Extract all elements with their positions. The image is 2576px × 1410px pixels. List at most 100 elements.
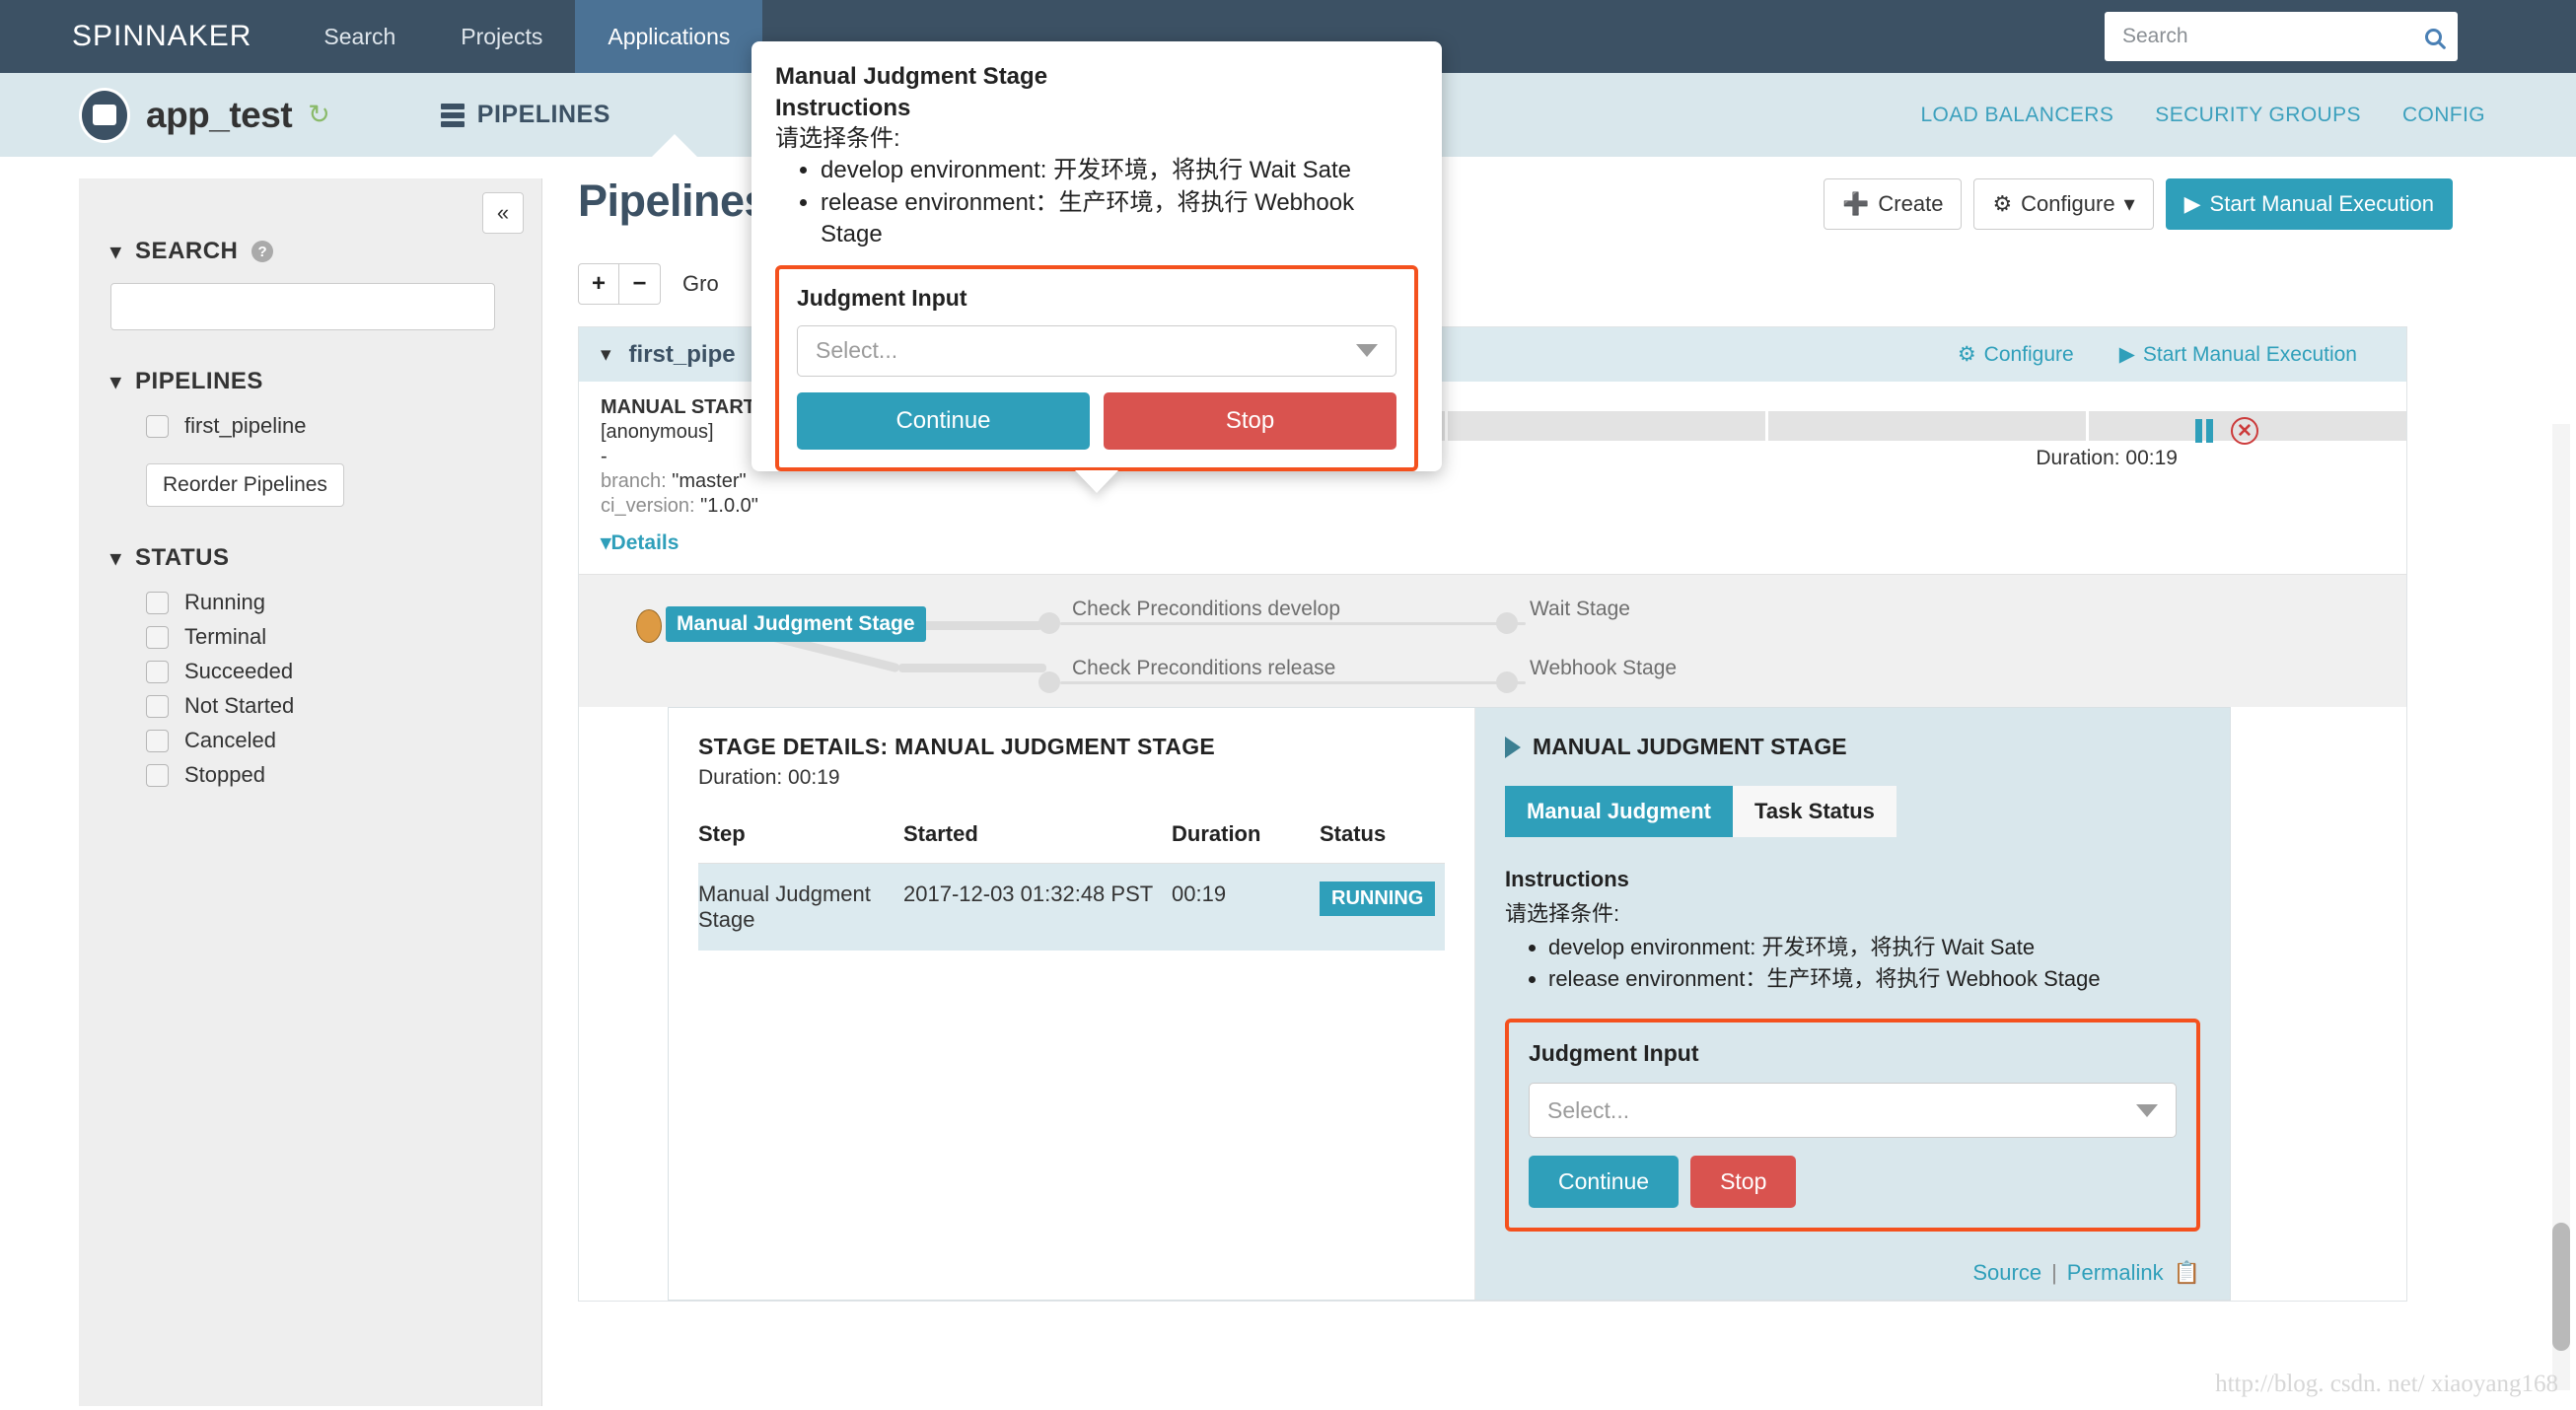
chevron-down-icon[interactable]: ▾ (601, 342, 611, 367)
cancel-circle-icon[interactable]: ✕ (2231, 417, 2258, 445)
checkbox[interactable] (146, 660, 169, 683)
graph-node-check-preconditions-develop-dot[interactable] (1038, 612, 1060, 635)
checkbox[interactable] (146, 414, 169, 438)
graph-node-wait-stage-label: Wait Stage (1530, 598, 1630, 621)
header-link-config[interactable]: CONFIG (2402, 104, 2485, 127)
caret-down-icon (1356, 344, 1378, 358)
instruction-item: develop environment: 开发环境，将执行 Wait Sate (1548, 932, 2200, 963)
footer-separator: | (2051, 1260, 2057, 1286)
column-duration: Duration (1172, 821, 1320, 865)
filter-status-succeeded[interactable]: Succeeded (146, 659, 541, 684)
filter-status-not-started[interactable]: Not Started (146, 693, 541, 719)
avatar-glyph (93, 105, 116, 125)
pipeline-stage-graph: Manual Judgment Stage Check Precondition… (579, 574, 2406, 708)
checkbox[interactable] (146, 729, 169, 752)
pipeline-start-manual-execution-link[interactable]: ▶ Start Manual Execution (2119, 342, 2357, 367)
filter-label: first_pipeline (184, 413, 307, 438)
sidebar-search-heading[interactable]: ▾ SEARCH ? (110, 238, 541, 265)
configure-dropdown-button[interactable]: ⚙ Configure ▾ (1973, 178, 2154, 230)
pipeline-configure-link[interactable]: ⚙ Configure (1958, 342, 2074, 367)
create-button-label: Create (1878, 191, 1944, 216)
watermark-text: http://blog. csdn. net/ xiaoyang168 (2215, 1371, 2558, 1397)
filter-status-stopped[interactable]: Stopped (146, 762, 541, 788)
trigger-param-ci-version: ci_version: "1.0.0" (601, 495, 758, 517)
nav-item-projects[interactable]: Projects (428, 0, 575, 73)
refresh-icon[interactable]: ↻ (308, 100, 330, 130)
tab-manual-judgment[interactable]: Manual Judgment (1505, 786, 1734, 838)
sidebar-status-heading-label: STATUS (135, 544, 230, 571)
instructions-list: develop environment: 开发环境，将执行 Wait Sate … (1505, 932, 2200, 995)
play-icon: ▶ (2183, 191, 2201, 216)
filter-status-running[interactable]: Running (146, 590, 541, 615)
checkbox[interactable] (146, 763, 169, 787)
sidebar-status-heading[interactable]: ▾ STATUS (110, 544, 541, 572)
judgment-input-heading: Judgment Input (1529, 1040, 1699, 1067)
stage-bar-3[interactable] (1448, 411, 1765, 441)
sidebar-pipelines-section: ▾ PIPELINES first_pipeline Reorder Pipel… (79, 368, 541, 507)
judgment-continue-button[interactable]: Continue (1529, 1156, 1680, 1209)
popover-continue-button[interactable]: Continue (797, 391, 1090, 450)
cell-step: Manual Judgment Stage (698, 881, 871, 933)
global-search-box[interactable] (2105, 12, 2458, 61)
nav-item-search[interactable]: Search (291, 0, 428, 73)
instruction-item: release environment：生产环境，将执行 Webhook Sta… (1548, 963, 2200, 995)
filter-status-canceled[interactable]: Canceled (146, 728, 541, 753)
create-button[interactable]: ➕ Create (1823, 178, 1963, 230)
popover-stop-button[interactable]: Stop (1104, 391, 1396, 450)
pipeline-card-actions: ⚙ Configure ▶ Start Manual Execution (1958, 342, 2385, 367)
tab-task-status[interactable]: Task Status (1733, 786, 1896, 838)
checkbox[interactable] (146, 694, 169, 718)
search-icon[interactable] (2425, 28, 2442, 45)
clipboard-icon[interactable]: 📋 (2174, 1260, 2200, 1286)
start-manual-execution-button[interactable]: ▶ Start Manual Execution (2165, 178, 2453, 230)
sidebar-collapse-button[interactable]: « (482, 192, 524, 234)
reorder-pipelines-button[interactable]: Reorder Pipelines (146, 463, 344, 507)
sidebar-search-input[interactable] (110, 283, 495, 330)
expand-all-button[interactable]: + (578, 263, 619, 305)
header-link-security-groups[interactable]: SECURITY GROUPS (2155, 104, 2361, 127)
judgment-input-box: Judgment Input Select... Continue Stop (1505, 1019, 2200, 1233)
nav-item-applications[interactable]: Applications (575, 0, 763, 73)
permalink-link[interactable]: Permalink (2067, 1260, 2164, 1286)
page-scrollbar-thumb[interactable] (2552, 1223, 2570, 1351)
sidebar-pipelines-heading[interactable]: ▾ PIPELINES (110, 368, 541, 395)
filter-status-terminal[interactable]: Terminal (146, 624, 541, 650)
popover-judgment-select[interactable]: Select... (797, 324, 1396, 377)
graph-node-manual-judgment-stage[interactable]: Manual Judgment Stage (666, 606, 926, 643)
start-manual-execution-label: Start Manual Execution (2209, 191, 2434, 216)
caret-down-icon (2136, 1103, 2158, 1117)
graph-node-check-preconditions-release-dot[interactable] (1038, 671, 1060, 694)
filter-pipeline-first-pipeline[interactable]: first_pipeline (146, 413, 541, 439)
tab-pipelines[interactable]: PIPELINES (440, 101, 610, 129)
graph-edge-4 (1060, 681, 1526, 685)
spinnaker-logo[interactable]: SPINNAKER (0, 0, 291, 73)
collapse-all-button[interactable]: − (619, 263, 661, 305)
execution-details-toggle[interactable]: ▾Details (601, 530, 679, 556)
param-key: ci_version (601, 495, 690, 517)
checkbox[interactable] (146, 625, 169, 649)
stage-details-duration: Duration: 00:19 (698, 766, 840, 790)
question-mark-icon[interactable]: ? (251, 241, 274, 262)
cell-started: 2017-12-03 01:32:48 PST (903, 881, 1154, 907)
popover-judgment-heading: Judgment Input (797, 284, 967, 311)
global-search-input[interactable] (2120, 24, 2425, 49)
graph-node-wait-stage-dot[interactable] (1496, 612, 1518, 635)
source-link[interactable]: Source (1972, 1260, 2041, 1286)
column-status: Status (1320, 821, 1445, 865)
instructions-intro: 请选择条件: (1505, 901, 1620, 927)
stage-details-title: STAGE DETAILS: MANUAL JUDGMENT STAGE (698, 734, 1216, 760)
popover-judgment-select-value: Select... (816, 337, 898, 364)
application-name: app_test (146, 94, 293, 135)
judgment-input-select[interactable]: Select... (1529, 1083, 2177, 1139)
table-row[interactable]: Manual Judgment Stage 2017-12-03 01:32:4… (698, 863, 1445, 952)
checkbox[interactable] (146, 591, 169, 614)
plus-circle-icon: ➕ (1841, 191, 1870, 216)
popover-instructions-intro: 请选择条件: (775, 125, 900, 153)
filter-label: Stopped (184, 762, 265, 787)
graph-node-webhook-stage-dot[interactable] (1496, 671, 1518, 694)
header-link-load-balancers[interactable]: LOAD BALANCERS (1920, 104, 2113, 127)
stage-bar-4[interactable] (1768, 411, 2086, 441)
pause-icon[interactable] (2195, 419, 2213, 443)
judgment-stop-button[interactable]: Stop (1690, 1156, 1797, 1209)
graph-start-node[interactable] (636, 609, 662, 644)
